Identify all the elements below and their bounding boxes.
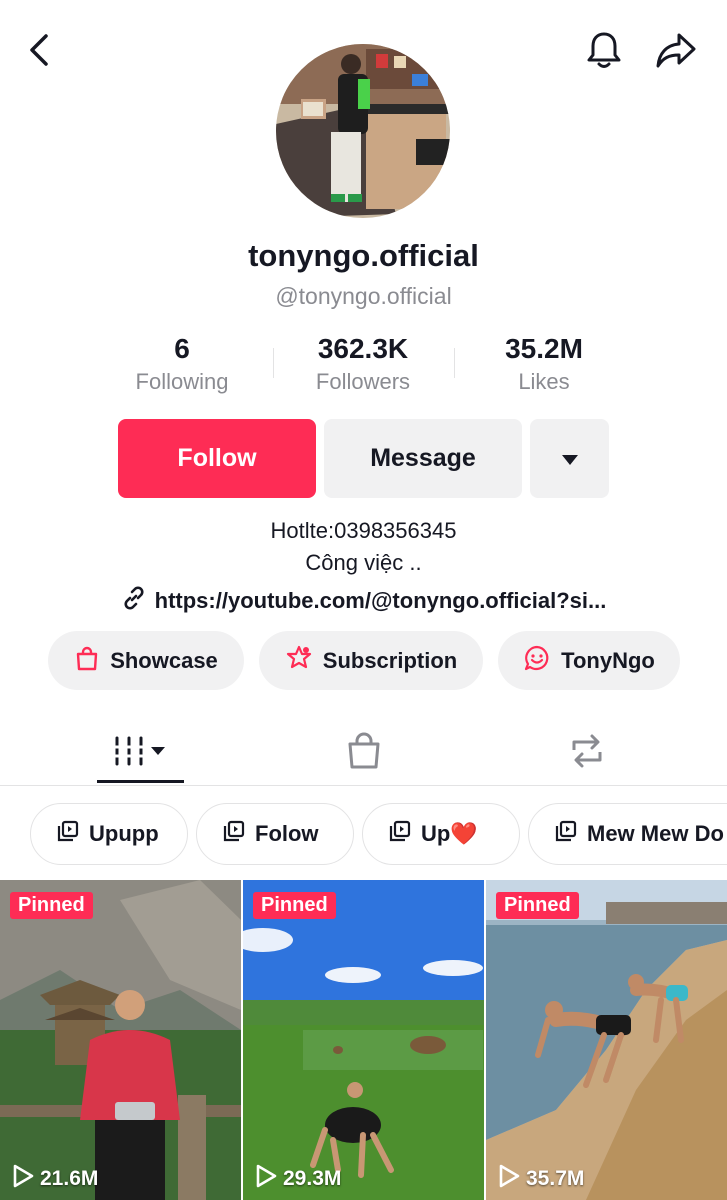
- video-thumbnail-image: [0, 880, 241, 1200]
- pinned-badge: Pinned: [253, 892, 336, 919]
- repost-icon: [566, 732, 608, 775]
- community-label: TonyNgo: [561, 647, 655, 673]
- bio-link-text: https://youtube.com/@tonyngo.official?si…: [154, 588, 607, 613]
- shopping-bag-icon: [345, 731, 383, 776]
- likes-count: 35.2M: [505, 333, 583, 364]
- tab-shop[interactable]: [320, 720, 407, 786]
- video-thumbnail[interactable]: Pinned 35.7M: [486, 880, 727, 1200]
- showcase-pill[interactable]: Showcase: [48, 631, 244, 690]
- video-thumbnail-image: [486, 880, 727, 1200]
- playlist-chip[interactable]: Folow: [196, 803, 354, 865]
- following-label: Following: [135, 369, 229, 394]
- playlist-label: Mew Mew Do: [587, 821, 724, 846]
- playlist-label: Upupp: [89, 821, 159, 846]
- shopping-bag-icon: [74, 645, 100, 677]
- subscription-pill[interactable]: Subscription: [259, 631, 483, 690]
- play-icon: [12, 1164, 34, 1194]
- playlist-icon: [389, 820, 411, 848]
- bio-text: Công việc ..: [305, 550, 422, 575]
- pinned-badge: Pinned: [496, 892, 579, 919]
- bell-icon[interactable]: [582, 28, 626, 72]
- chat-smile-icon: [523, 644, 551, 678]
- showcase-label: Showcase: [110, 647, 218, 673]
- playlist-label: Folow: [255, 821, 319, 846]
- view-count-value: 29.3M: [283, 1167, 342, 1190]
- link-icon: [121, 585, 147, 617]
- playlist-icon: [57, 820, 79, 848]
- stat-followers[interactable]: 362.3K Followers: [273, 330, 453, 396]
- video-grid: Pinned 21.6M Pinned 29.3M Pinned 35.7M: [0, 880, 727, 1200]
- share-icon[interactable]: [654, 28, 698, 72]
- back-arrow-icon[interactable]: [18, 28, 62, 72]
- view-count-value: 21.6M: [40, 1167, 99, 1190]
- community-pill[interactable]: TonyNgo: [498, 631, 680, 690]
- playlist-chip[interactable]: Mew Mew Do: [528, 803, 727, 865]
- video-thumbnail[interactable]: Pinned 29.3M: [243, 880, 484, 1200]
- more-options-button[interactable]: [530, 419, 609, 498]
- stat-divider: [454, 348, 455, 378]
- pinned-badge: Pinned: [10, 892, 93, 919]
- view-count: 29.3M: [255, 1164, 341, 1194]
- tab-videos[interactable]: [97, 720, 184, 786]
- stat-following[interactable]: 6 Following: [92, 330, 272, 396]
- display-name: tonyngo.official: [248, 238, 479, 273]
- bio-hotline: Hotlte:0398356345: [270, 518, 457, 543]
- subscription-label: Subscription: [322, 647, 458, 673]
- follow-button[interactable]: Follow: [118, 419, 316, 498]
- followers-label: Followers: [315, 369, 411, 394]
- caret-down-icon: [561, 444, 579, 473]
- playlist-icon: [555, 820, 577, 848]
- stat-divider: [273, 348, 274, 378]
- tab-reposts[interactable]: [543, 720, 630, 786]
- view-count-value: 35.7M: [526, 1167, 585, 1190]
- likes-label: Likes: [518, 369, 570, 394]
- playlist-chips: Upupp Folow Up❤️ Mew Mew Do: [0, 803, 727, 865]
- star-badge-icon: [285, 644, 313, 678]
- play-icon: [498, 1164, 520, 1194]
- play-icon: [255, 1164, 277, 1194]
- followers-count: 362.3K: [317, 333, 409, 364]
- profile-stats: 6 Following 362.3K Followers 35.2M Likes: [0, 330, 727, 400]
- videos-grid-icon: [112, 734, 169, 773]
- playlist-chip[interactable]: Upupp: [30, 803, 188, 865]
- video-thumbnail[interactable]: Pinned 21.6M: [0, 880, 241, 1200]
- video-thumbnail-image: [243, 880, 484, 1200]
- username-handle: @tonyngo.official: [275, 283, 452, 309]
- view-count: 21.6M: [12, 1164, 98, 1194]
- following-count: 6: [174, 333, 190, 364]
- stat-likes[interactable]: 35.2M Likes: [454, 330, 634, 396]
- playlist-chip[interactable]: Up❤️: [362, 803, 520, 865]
- active-tab-indicator: [97, 780, 184, 783]
- view-count: 35.7M: [498, 1164, 584, 1194]
- content-tabs: [0, 720, 727, 786]
- playlist-label: Up❤️: [421, 821, 478, 846]
- playlist-icon: [223, 820, 245, 848]
- bio-link[interactable]: https://youtube.com/@tonyngo.official?si…: [0, 585, 727, 617]
- message-button[interactable]: Message: [324, 419, 522, 498]
- avatar[interactable]: [276, 44, 450, 218]
